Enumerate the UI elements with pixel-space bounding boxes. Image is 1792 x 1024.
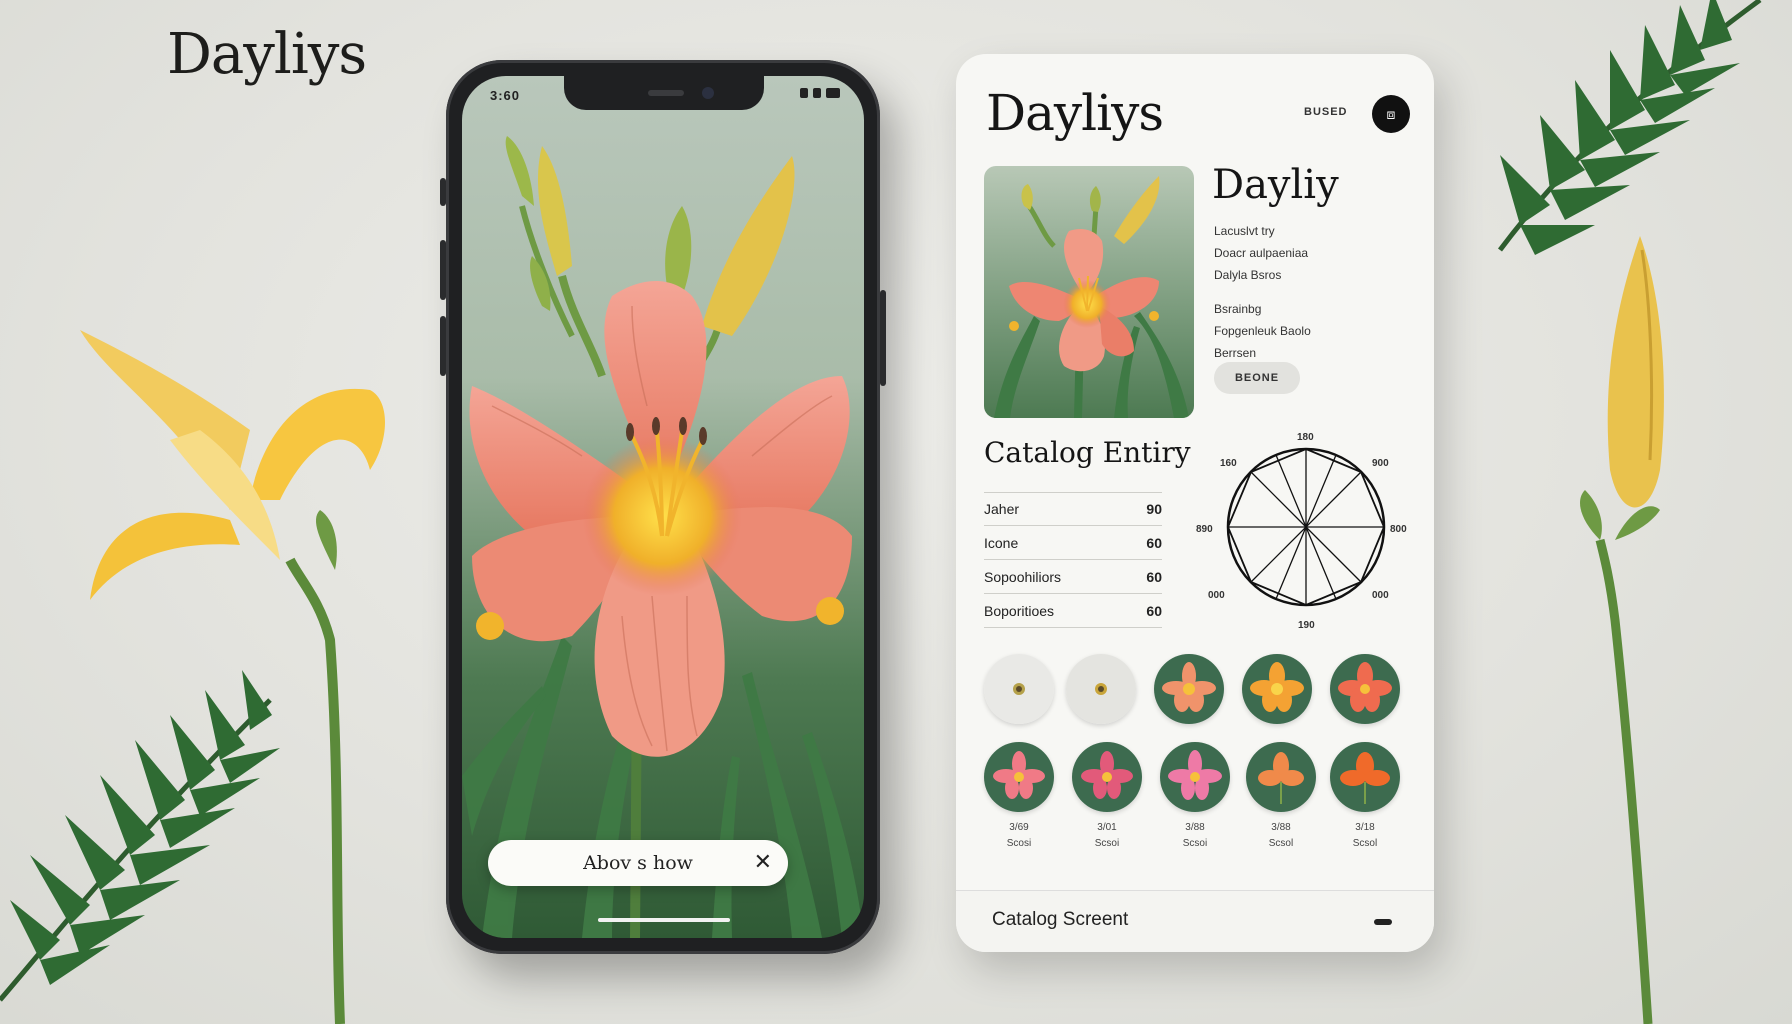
section-title: Catalog Entiry xyxy=(984,436,1191,469)
status-icons xyxy=(800,88,840,98)
attribute-row[interactable]: Sopoohiliors 60 xyxy=(984,560,1162,594)
phone-screen: 3:60 Abov s how ✕ xyxy=(462,76,864,938)
detail-line: Bsrainbg xyxy=(1214,302,1262,316)
fern-left xyxy=(0,670,280,1002)
radar-label-top-right: 900 xyxy=(1372,458,1389,469)
attribute-label: Jaher xyxy=(984,501,1020,517)
attribute-row[interactable]: Boporitioes 60 xyxy=(984,594,1162,628)
detail-lines: Lacuslvt try Doacr aulpaeniaa Dalyla Bsr… xyxy=(1214,220,1311,364)
footer-label: Catalog Screent xyxy=(992,909,1129,930)
gallery-item[interactable] xyxy=(984,742,1054,812)
attribute-label: Boporitioes xyxy=(984,602,1055,619)
attribute-list: Jaher 90 Icone 60 Sopoohiliors 60 Boporitio… xyxy=(984,492,1162,628)
detail-title: Dayliy xyxy=(1212,162,1339,208)
detail-line: Dalyla Bsros xyxy=(1214,268,1282,282)
radar-label-bottom-right: 000 xyxy=(1372,590,1389,601)
detail-line: Doacr aulpaeniaa xyxy=(1214,246,1309,260)
attribute-value: 90 xyxy=(1146,501,1162,517)
phone-notch xyxy=(564,76,764,110)
gallery-item[interactable] xyxy=(1154,654,1224,724)
radar-chart: 180 160 900 890 800 000 000 190 xyxy=(1196,432,1407,630)
attribute-value: 60 xyxy=(1146,602,1162,619)
attribute-label: Icone xyxy=(984,534,1019,551)
daylily-photo xyxy=(462,136,864,938)
detail-button[interactable]: BEONE xyxy=(1214,362,1300,394)
gallery-item[interactable] xyxy=(1330,742,1400,812)
close-icon[interactable]: ✕ xyxy=(754,850,772,874)
gallery-label: 3/88 Scsoi xyxy=(1182,822,1208,849)
gallery-item[interactable] xyxy=(984,654,1054,724)
attribute-row[interactable]: Jaher 90 xyxy=(984,492,1162,526)
detail-line: Berrsen xyxy=(1214,346,1257,360)
gallery-label: 3/69 Scosi xyxy=(1006,822,1032,849)
phone-mockup: 3:60 Abov s how ✕ xyxy=(440,60,886,954)
radar-label-left: 890 xyxy=(1196,524,1213,535)
fern-right xyxy=(1498,0,1762,255)
decorative-plants xyxy=(0,0,1762,1024)
gallery-item[interactable] xyxy=(1072,742,1142,812)
menu-icon[interactable]: ⧈ xyxy=(1372,95,1410,133)
status-time: 3:60 xyxy=(490,88,521,103)
radar-label-bottom-left: 000 xyxy=(1208,590,1225,601)
catalog-screen: Dayliys BUSED ⧈ Dayliy Lacuslvt try Doac… xyxy=(956,54,1434,952)
radar-label-top: 180 xyxy=(1297,432,1314,443)
attribute-value: 60 xyxy=(1146,534,1162,551)
yellow-bud-right xyxy=(1580,236,1664,1024)
detail-line: Lacuslvt try xyxy=(1214,224,1275,238)
header-label: BUSED xyxy=(1304,106,1348,118)
gallery-label: 3/01 Scsoi xyxy=(1094,822,1120,849)
radar-label-top-left: 160 xyxy=(1220,458,1237,469)
home-indicator[interactable] xyxy=(598,918,730,922)
info-banner-text: Abov s how xyxy=(583,852,693,874)
detail-line: Fopgenleuk Baolo xyxy=(1214,324,1311,338)
attribute-row[interactable]: Icone 60 xyxy=(984,526,1162,560)
info-banner[interactable]: Abov s how ✕ xyxy=(488,840,788,886)
catalog-title: Dayliys xyxy=(986,84,1164,142)
gallery-label: 3/88 Scsol xyxy=(1268,822,1294,849)
gallery-item[interactable] xyxy=(1330,654,1400,724)
gallery-item[interactable] xyxy=(1066,654,1136,724)
attribute-label: Sopoohiliors xyxy=(984,568,1062,585)
radar-label-right: 800 xyxy=(1390,524,1407,535)
gallery-label: 3/18 Scsol xyxy=(1352,822,1378,849)
attribute-value: 60 xyxy=(1146,568,1162,585)
footer-handle-icon[interactable] xyxy=(1374,919,1392,925)
gallery-item[interactable] xyxy=(1246,742,1316,812)
radar-label-bottom: 190 xyxy=(1298,620,1315,630)
gallery-item[interactable] xyxy=(1160,742,1230,812)
catalog-footer: Catalog Screent xyxy=(956,890,1434,952)
daylily-thumbnail[interactable] xyxy=(984,166,1194,418)
gallery-item[interactable] xyxy=(1242,654,1312,724)
